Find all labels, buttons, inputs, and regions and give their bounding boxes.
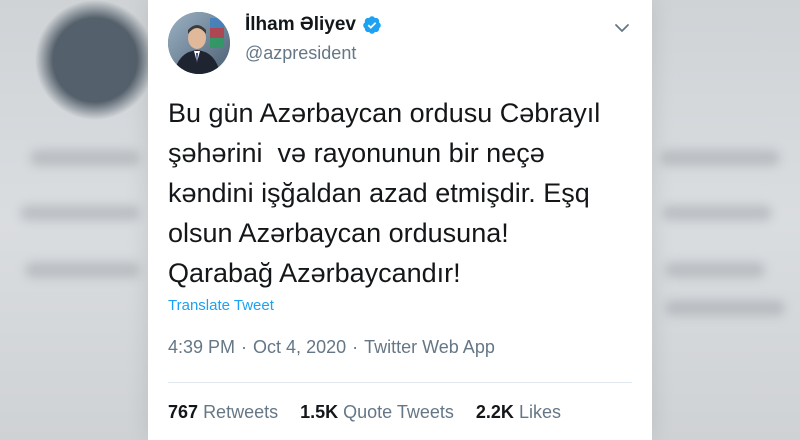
handle[interactable]: @azpresident (245, 43, 356, 64)
quote-tweets-label: Quote Tweets (343, 402, 454, 422)
retweets-stat[interactable]: 767 Retweets (168, 402, 278, 423)
tweet-time[interactable]: 4:39 PM (168, 337, 235, 358)
tweet-card: İlham Əliyev @azpresident Bu gün Azərbay… (148, 0, 652, 440)
tweet-metadata: 4:39 PM · Oct 4, 2020 · Twitter Web App (168, 337, 495, 358)
quote-tweets-stat[interactable]: 1.5K Quote Tweets (300, 402, 454, 423)
blurred-text-line (665, 262, 765, 278)
blurred-text-line (662, 205, 772, 221)
blurred-text-line (25, 262, 140, 278)
quote-tweets-count: 1.5K (300, 402, 339, 422)
divider (168, 382, 632, 383)
retweets-label: Retweets (203, 402, 279, 422)
avatar[interactable] (168, 12, 230, 74)
verified-badge-icon (362, 15, 382, 35)
blurred-text-line (660, 150, 780, 166)
separator: · (241, 337, 248, 357)
blurred-text-line (20, 205, 140, 221)
separator: · (352, 337, 359, 357)
likes-count: 2.2K (475, 402, 514, 422)
blurred-text-line (30, 150, 140, 166)
tweet-date[interactable]: Oct 4, 2020 (253, 337, 346, 358)
translate-tweet-link[interactable]: Translate Tweet (168, 297, 274, 314)
likes-stat[interactable]: 2.2K Likes (476, 402, 561, 423)
likes-label: Likes (518, 402, 561, 422)
avatar-image (168, 12, 230, 74)
engagement-stats: 767 Retweets 1.5K Quote Tweets 2.2K Like… (168, 402, 561, 423)
author-row: İlham Əliyev (245, 14, 382, 36)
blurred-text-line (665, 300, 785, 316)
retweets-count: 767 (168, 402, 199, 422)
tweet-text: Bu gün Azərbaycan ordusu Cəbrayıl şəhəri… (168, 98, 601, 288)
display-name[interactable]: İlham Əliyev (245, 14, 356, 36)
tweet-source[interactable]: Twitter Web App (364, 337, 495, 358)
chevron-down-icon[interactable] (608, 14, 636, 42)
